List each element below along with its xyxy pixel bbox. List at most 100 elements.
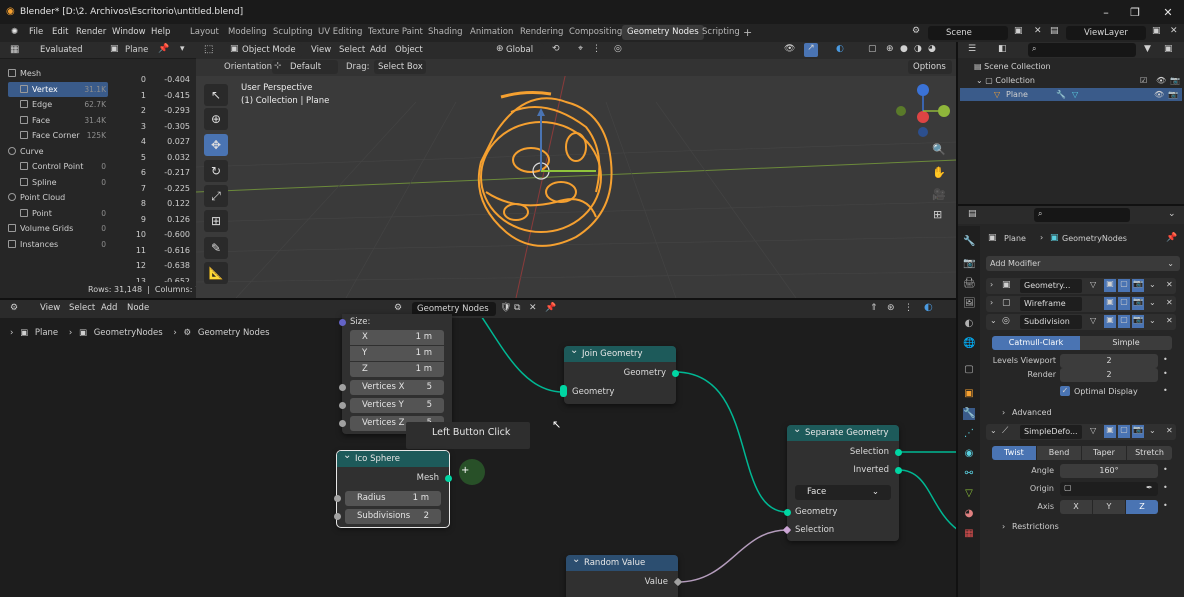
keyframe-dot-icon[interactable]: •: [1163, 465, 1168, 474]
annotate-tool-icon[interactable]: ✎: [204, 237, 228, 259]
size-socket[interactable]: [339, 319, 346, 326]
ico-sphere-node[interactable]: Ico Sphere Mesh Radius1 m Subdivisions2: [334, 448, 452, 528]
measure-tool-icon[interactable]: 📐: [204, 262, 228, 284]
particles-tab-icon[interactable]: ⋰: [963, 428, 975, 440]
outliner-item-collection[interactable]: ⌄ ▢ Collection ☑ 👁 📷: [976, 76, 1182, 85]
chevron-down-icon[interactable]: ⌄: [1149, 426, 1156, 435]
tree-item-mesh[interactable]: Mesh: [8, 66, 108, 82]
snap-icon[interactable]: ⌖: [578, 44, 583, 54]
render-tab-icon[interactable]: 📷: [963, 258, 975, 270]
keyframe-dot-icon[interactable]: •: [1163, 386, 1168, 395]
close-icon[interactable]: ✕: [1158, 5, 1178, 21]
chevron-right-icon[interactable]: ›: [990, 280, 993, 289]
advanced-panel[interactable]: Advanced: [1012, 408, 1052, 417]
keyframe-dot-icon[interactable]: •: [1163, 355, 1168, 364]
eyedropper-icon[interactable]: ✒: [1146, 483, 1153, 492]
transform-tool-icon[interactable]: ⊞: [204, 210, 228, 232]
join-geometry-header[interactable]: Join Geometry: [564, 343, 676, 362]
minimize-icon[interactable]: –: [1096, 5, 1116, 21]
inverted-output-socket[interactable]: [895, 467, 902, 474]
random-value-header[interactable]: Random Value: [566, 552, 678, 571]
modifier-name[interactable]: Subdivision: [1020, 315, 1082, 329]
node-menu-node[interactable]: Node: [127, 303, 149, 313]
separate-geometry-header[interactable]: Separate Geometry: [787, 422, 899, 441]
tab-sculpting[interactable]: Sculpting: [268, 25, 318, 40]
radius-field[interactable]: Radius 1 m: [345, 491, 441, 506]
tree-item-curve[interactable]: Curve: [8, 144, 108, 160]
menu-file[interactable]: File: [29, 27, 43, 37]
chevron-down-icon[interactable]: ⌄: [990, 316, 997, 325]
delete-view-layer-icon[interactable]: ✕: [1170, 26, 1178, 36]
display-mode-icon[interactable]: ◧: [998, 44, 1007, 54]
random-value-node[interactable]: Random Value Value: [566, 552, 683, 597]
tool-tab-icon[interactable]: 🔧: [963, 236, 975, 248]
render-toggle-icon[interactable]: 📷: [1132, 297, 1144, 310]
camera-icon[interactable]: 🎥: [932, 188, 946, 201]
grid-node[interactable]: Size: X1 m Y1 m Z1 m Vertices X5 Vertice…: [339, 314, 452, 434]
material-tab-icon[interactable]: ◕: [963, 508, 975, 520]
subdivisions-socket[interactable]: [334, 513, 341, 520]
scene-tab-icon[interactable]: ◐: [963, 318, 975, 330]
taper-button[interactable]: Taper: [1082, 446, 1126, 460]
vertices-z-socket[interactable]: [339, 420, 346, 427]
realtime-toggle-icon[interactable]: ▢: [1118, 315, 1130, 328]
node-menu-select[interactable]: Select: [69, 303, 95, 313]
realtime-toggle-icon[interactable]: ▢: [1118, 279, 1130, 292]
catmull-clark-button[interactable]: Catmull-Clark: [992, 336, 1080, 350]
pin-icon[interactable]: 📌: [158, 44, 169, 54]
axis-z-button[interactable]: Z: [1126, 500, 1158, 514]
chevron-down-icon[interactable]: ⌄: [990, 426, 997, 435]
size-y-field[interactable]: Y1 m: [350, 346, 444, 361]
angle-field[interactable]: 160°: [1060, 464, 1158, 478]
size-x-field[interactable]: X1 m: [350, 330, 444, 345]
tab-layout[interactable]: Layout: [185, 25, 224, 40]
optimal-display-checkbox[interactable]: ✓: [1060, 386, 1070, 396]
editor-type-icon[interactable]: ⚙: [10, 303, 18, 313]
modifier-name[interactable]: Wireframe: [1020, 297, 1082, 311]
new-scene-icon[interactable]: ▣: [1014, 26, 1023, 36]
tree-item-face[interactable]: Face 31.4K: [8, 113, 108, 129]
join-output-socket[interactable]: [672, 370, 679, 377]
stretch-button[interactable]: Stretch: [1127, 446, 1172, 460]
gizmo-toggle-icon[interactable]: ↗: [804, 43, 818, 57]
separate-geometry-node[interactable]: Separate Geometry Selection Inverted Fac…: [782, 422, 902, 541]
modifier-simple-deform[interactable]: ⌄ ⟋ SimpleDefo... ▽ ▣ ▢ 📷 ⌄ ✕: [986, 424, 1176, 440]
move-tool-icon[interactable]: ✥: [204, 134, 228, 156]
join-input-multi-socket[interactable]: [560, 385, 567, 397]
ico-sphere-header[interactable]: Ico Sphere: [337, 448, 449, 467]
origin-object-field[interactable]: ▢ ✒: [1060, 482, 1158, 496]
edit-mode-toggle-icon[interactable]: ▽: [1090, 280, 1096, 289]
blender-menu-icon[interactable]: ✺: [11, 27, 18, 37]
chevron-right-icon[interactable]: ›: [1002, 408, 1005, 417]
unlink-icon[interactable]: ✕: [529, 303, 537, 313]
cage-toggle-icon[interactable]: ▣: [1104, 315, 1116, 328]
twist-button[interactable]: Twist: [992, 446, 1036, 460]
parent-node-tree-icon[interactable]: ⇑: [870, 303, 878, 313]
tree-item-spline[interactable]: Spline 0: [8, 175, 108, 191]
pivot-icon[interactable]: ⟲: [552, 44, 560, 54]
join-geometry-node[interactable]: Join Geometry Geometry Geometry: [560, 343, 679, 404]
xray-icon[interactable]: ▢: [868, 44, 877, 54]
view-layer-tab-icon[interactable]: 🖼: [963, 298, 976, 310]
options-dropdown[interactable]: Options: [908, 60, 952, 74]
chevron-right-icon[interactable]: ›: [990, 298, 993, 307]
material-shading-icon[interactable]: ◑: [914, 44, 922, 54]
keyframe-dot-icon[interactable]: •: [1163, 369, 1168, 378]
tab-uv-editing[interactable]: UV Editing: [313, 25, 367, 40]
overlay-toggle-icon[interactable]: ◐: [836, 44, 844, 54]
object-tab-icon[interactable]: ▣: [963, 388, 975, 400]
chevron-right-icon[interactable]: ›: [1002, 522, 1005, 531]
vertices-x-socket[interactable]: [339, 384, 346, 391]
new-collection-icon[interactable]: ▣: [1164, 44, 1173, 54]
modifier-name[interactable]: SimpleDefo...: [1020, 425, 1082, 439]
zoom-icon[interactable]: 🔍: [932, 143, 946, 156]
tab-compositing[interactable]: Compositing: [564, 25, 627, 40]
rotate-tool-icon[interactable]: ↻: [204, 160, 228, 182]
cursor-tool-icon[interactable]: ⊕: [204, 108, 228, 130]
node-tree-browse-icon[interactable]: ⚙: [394, 303, 402, 313]
tree-item-instances[interactable]: Instances 0: [8, 237, 108, 253]
realtime-toggle-icon[interactable]: ▢: [1118, 425, 1130, 438]
node-editor[interactable]: ⚙ View Select Add Node ⚙ Geometry Nodes …: [0, 300, 958, 597]
texture-tab-icon[interactable]: ▦: [963, 528, 975, 540]
chevron-down-icon[interactable]: ⌄: [1168, 209, 1176, 219]
